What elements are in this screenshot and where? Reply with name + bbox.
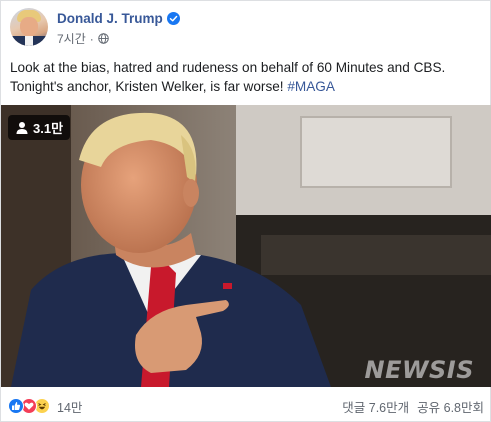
page-name-link[interactable]: Donald J. Trump	[57, 11, 163, 26]
hashtag-link[interactable]: #MAGA	[287, 79, 335, 94]
post-footer: 14만 댓글 7.6만개 공유 6.8만회	[8, 396, 484, 416]
post-text: Look at the bias, hatred and rudeness on…	[10, 58, 482, 96]
reaction-count: 14만	[57, 400, 83, 415]
person-icon	[16, 121, 28, 134]
post-header: Donald J. Trump 7시간 ·	[10, 8, 180, 50]
separator-dot: ·	[89, 31, 94, 46]
video-frame-image	[1, 105, 491, 387]
video-player[interactable]: 3.1만 NEWSIS	[1, 105, 491, 387]
comment-count-link[interactable]: 댓글 7.6만개	[342, 397, 409, 416]
view-count-badge: 3.1만	[8, 115, 71, 140]
globe-icon[interactable]	[97, 33, 109, 44]
newsis-watermark: NEWSIS	[364, 356, 474, 384]
like-reaction-icon	[8, 398, 24, 414]
verified-badge-icon	[166, 12, 180, 25]
reaction-summary[interactable]: 14만	[8, 397, 82, 416]
post-text-main: Look at the bias, hatred and rudeness on…	[10, 60, 446, 94]
post-meta: Donald J. Trump 7시간 ·	[57, 8, 180, 47]
facebook-post-card: Donald J. Trump 7시간 · Look at the bias, …	[0, 0, 491, 422]
post-timestamp[interactable]: 7시간	[57, 30, 86, 47]
share-count-link[interactable]: 공유 6.8만회	[417, 397, 484, 416]
engagement-stats: 댓글 7.6만개 공유 6.8만회	[342, 397, 484, 416]
page-avatar[interactable]	[10, 8, 48, 46]
view-count: 3.1만	[33, 121, 64, 136]
